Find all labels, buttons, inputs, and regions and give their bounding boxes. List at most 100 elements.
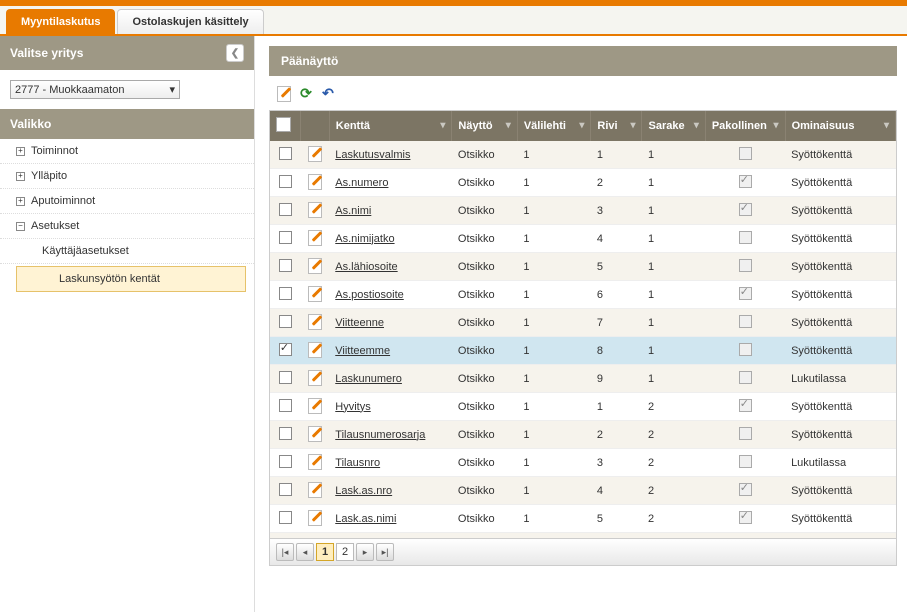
- row-checkbox[interactable]: [279, 259, 292, 272]
- row-checkbox[interactable]: [279, 343, 292, 356]
- edit-icon[interactable]: [308, 398, 322, 412]
- menu-item-aputoiminnot[interactable]: +Aputoiminnot: [0, 189, 254, 214]
- submenu-kayttajaasetukset[interactable]: Käyttäjäasetukset: [0, 239, 254, 264]
- mandatory-checkbox[interactable]: [739, 511, 752, 524]
- table-row[interactable]: As.postiosoiteOtsikko161Syöttökenttä: [270, 281, 896, 309]
- table-row[interactable]: Lask.as.nimiOtsikko152Syöttökenttä: [270, 505, 896, 533]
- pager-last[interactable]: ▸|: [376, 543, 394, 561]
- table-row[interactable]: Lask.nimijatkoOtsikko162Syöttökenttä: [270, 533, 896, 539]
- pager-prev[interactable]: ◂: [296, 543, 314, 561]
- row-checkbox[interactable]: [279, 175, 292, 188]
- tab-myyntilaskutus[interactable]: Myyntilaskutus: [6, 9, 115, 34]
- mandatory-checkbox[interactable]: [739, 147, 752, 160]
- kentta-link[interactable]: Viitteemme: [335, 345, 390, 357]
- edit-icon[interactable]: [308, 454, 322, 468]
- kentta-link[interactable]: As.nimi: [335, 205, 371, 217]
- edit-icon[interactable]: [308, 286, 322, 300]
- row-checkbox[interactable]: [279, 315, 292, 328]
- filter-icon[interactable]: ▾: [440, 120, 445, 131]
- row-checkbox[interactable]: [279, 287, 292, 300]
- undo-icon[interactable]: ↶: [319, 84, 337, 102]
- edit-icon[interactable]: [308, 146, 322, 160]
- company-select[interactable]: 2777 - Muokkaamaton ▾: [10, 80, 180, 99]
- edit-icon[interactable]: [308, 510, 322, 524]
- mandatory-checkbox[interactable]: [739, 343, 752, 356]
- edit-icon[interactable]: [308, 426, 322, 440]
- mandatory-checkbox[interactable]: [739, 483, 752, 496]
- kentta-link[interactable]: Tilausnro: [335, 457, 380, 469]
- row-checkbox[interactable]: [279, 455, 292, 468]
- filter-icon[interactable]: ▾: [579, 120, 584, 131]
- kentta-link[interactable]: Laskunumero: [335, 373, 402, 385]
- row-checkbox[interactable]: [279, 231, 292, 244]
- kentta-link[interactable]: Laskutusvalmis: [335, 149, 410, 161]
- mandatory-checkbox[interactable]: [739, 203, 752, 216]
- pager-page-1[interactable]: 1: [316, 543, 334, 561]
- pager-next[interactable]: ▸: [356, 543, 374, 561]
- mandatory-checkbox[interactable]: [739, 371, 752, 384]
- collapse-icon[interactable]: ❮: [226, 44, 244, 62]
- col-naytto[interactable]: Näyttö▾: [452, 111, 517, 141]
- mandatory-checkbox[interactable]: [739, 455, 752, 468]
- kentta-link[interactable]: Viitteenne: [335, 317, 384, 329]
- table-row[interactable]: LaskunumeroOtsikko191Lukutilassa: [270, 365, 896, 393]
- edit-icon[interactable]: [308, 314, 322, 328]
- mandatory-checkbox[interactable]: [739, 315, 752, 328]
- col-pakollinen[interactable]: Pakollinen▾: [705, 111, 785, 141]
- edit-icon[interactable]: [308, 230, 322, 244]
- menu-item-yllapito[interactable]: +Ylläpito: [0, 164, 254, 189]
- menu-item-asetukset[interactable]: −Asetukset: [0, 214, 254, 239]
- filter-icon[interactable]: ▾: [774, 120, 779, 131]
- tab-ostolaskut[interactable]: Ostolaskujen käsittely: [117, 9, 263, 34]
- mandatory-checkbox[interactable]: [739, 175, 752, 188]
- table-row[interactable]: TilausnumerosarjaOtsikko122Syöttökenttä: [270, 421, 896, 449]
- kentta-link[interactable]: Lask.as.nimi: [335, 513, 396, 525]
- mandatory-checkbox[interactable]: [739, 259, 752, 272]
- select-all-checkbox[interactable]: [276, 117, 291, 132]
- table-row[interactable]: As.numeroOtsikko121Syöttökenttä: [270, 169, 896, 197]
- filter-icon[interactable]: ▾: [506, 120, 511, 131]
- pager-first[interactable]: |◂: [276, 543, 294, 561]
- kentta-link[interactable]: As.lähiosoite: [335, 261, 397, 273]
- refresh-icon[interactable]: ⟳: [297, 84, 315, 102]
- mandatory-checkbox[interactable]: [739, 399, 752, 412]
- table-row[interactable]: ViitteemmeOtsikko181Syöttökenttä: [270, 337, 896, 365]
- col-select[interactable]: [270, 111, 301, 141]
- kentta-link[interactable]: Lask.as.nro: [335, 485, 392, 497]
- edit-icon[interactable]: [308, 258, 322, 272]
- filter-icon[interactable]: ▾: [884, 120, 889, 131]
- table-row[interactable]: As.nimijatkoOtsikko141Syöttökenttä: [270, 225, 896, 253]
- row-checkbox[interactable]: [279, 483, 292, 496]
- table-row[interactable]: Lask.as.nroOtsikko142Syöttökenttä: [270, 477, 896, 505]
- row-checkbox[interactable]: [279, 399, 292, 412]
- menu-item-toiminnot[interactable]: +Toiminnot: [0, 139, 254, 164]
- mandatory-checkbox[interactable]: [739, 287, 752, 300]
- mandatory-checkbox[interactable]: [739, 231, 752, 244]
- edit-icon[interactable]: [308, 174, 322, 188]
- edit-icon[interactable]: [308, 482, 322, 496]
- edit-icon[interactable]: [308, 370, 322, 384]
- row-checkbox[interactable]: [279, 371, 292, 384]
- col-rivi[interactable]: Rivi▾: [591, 111, 642, 141]
- kentta-link[interactable]: Hyvitys: [335, 401, 370, 413]
- pager-page-2[interactable]: 2: [336, 543, 354, 561]
- row-checkbox[interactable]: [279, 203, 292, 216]
- edit-icon[interactable]: [308, 202, 322, 216]
- table-row[interactable]: TilausnroOtsikko132Lukutilassa: [270, 449, 896, 477]
- col-ominaisuus[interactable]: Ominaisuus▾: [785, 111, 895, 141]
- col-kentta[interactable]: Kenttä▾: [329, 111, 452, 141]
- edit-icon[interactable]: [308, 342, 322, 356]
- submenu-laskunsyoton-kentat[interactable]: Laskunsyötön kentät: [16, 266, 246, 292]
- table-row[interactable]: HyvitysOtsikko112Syöttökenttä: [270, 393, 896, 421]
- kentta-link[interactable]: As.numero: [335, 177, 388, 189]
- kentta-link[interactable]: Tilausnumerosarja: [335, 429, 425, 441]
- filter-icon[interactable]: ▾: [694, 120, 699, 131]
- table-row[interactable]: As.lähiosoiteOtsikko151Syöttökenttä: [270, 253, 896, 281]
- col-valilehti[interactable]: Välilehti▾: [517, 111, 591, 141]
- kentta-link[interactable]: As.nimijatko: [335, 233, 394, 245]
- col-sarake[interactable]: Sarake▾: [642, 111, 705, 141]
- filter-icon[interactable]: ▾: [630, 120, 635, 131]
- kentta-link[interactable]: As.postiosoite: [335, 289, 403, 301]
- row-checkbox[interactable]: [279, 511, 292, 524]
- edit-icon[interactable]: [275, 84, 293, 102]
